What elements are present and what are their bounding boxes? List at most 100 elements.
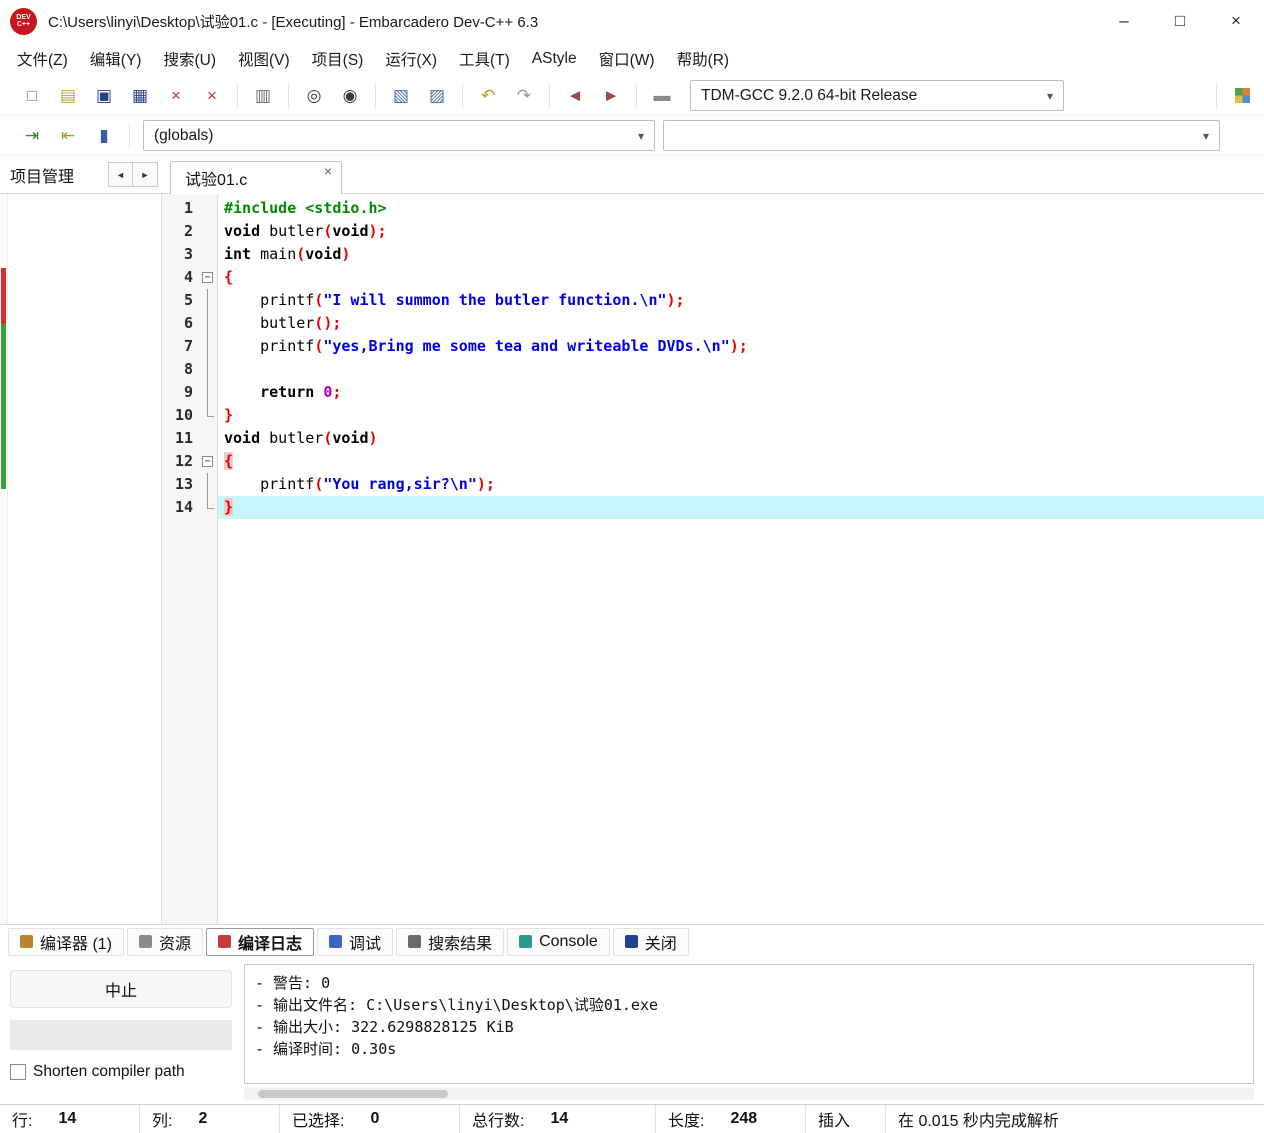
bottom-tab-resources[interactable]: 资源 — [127, 927, 204, 956]
line-number[interactable]: 4 — [162, 266, 198, 289]
undo-button[interactable]: ↶ — [470, 81, 506, 111]
line-number[interactable]: 11 — [162, 427, 198, 450]
bottom-tab-close[interactable]: 关闭 — [612, 927, 689, 956]
code-line[interactable]: 11 void butler(void) — [162, 427, 1264, 450]
globals-select[interactable]: (globals) ▾ — [143, 120, 655, 151]
back-button[interactable]: ◄ — [557, 81, 593, 111]
open-file-button[interactable]: ▤ — [50, 81, 86, 111]
code-line[interactable]: 2 void butler(void); — [162, 220, 1264, 243]
code-text[interactable]: } — [218, 404, 1264, 427]
members-select[interactable]: ▾ — [663, 120, 1220, 151]
new-file-button[interactable]: □ — [14, 81, 50, 111]
menu-item-9[interactable]: 帮助(R) — [666, 44, 741, 74]
bottom-tab-label: 资源 — [159, 935, 192, 953]
maximize-button[interactable]: □ — [1152, 0, 1208, 42]
code-text[interactable]: butler(); — [218, 312, 1264, 335]
jump-out-button[interactable]: ⇤ — [50, 121, 86, 151]
code-text[interactable]: printf("yes,Bring me some tea and writea… — [218, 335, 1264, 358]
line-number[interactable]: 7 — [162, 335, 198, 358]
fold-collapse-icon[interactable]: − — [202, 456, 213, 467]
bottom-tab-compile-log[interactable]: 编译日志 — [206, 927, 315, 956]
bottom-tab-debug[interactable]: 调试 — [317, 927, 394, 956]
replace-button[interactable]: ◉ — [332, 81, 368, 111]
line-number[interactable]: 9 — [162, 381, 198, 404]
bottom-tab-compiler[interactable]: 编译器 (1) — [8, 927, 125, 956]
code-text[interactable]: void butler(void); — [218, 220, 1264, 243]
menu-item-1[interactable]: 编辑(Y) — [79, 44, 153, 74]
shorten-path-checkbox[interactable] — [10, 1064, 26, 1080]
panel-scroll-left-button[interactable]: ◄ — [108, 162, 133, 187]
fold-margin — [198, 427, 218, 450]
tab-shiyan01[interactable]: 试验01.c × — [170, 161, 342, 194]
code-text[interactable]: printf("You rang,sir?\n"); — [218, 473, 1264, 496]
code-line[interactable]: 12−{ — [162, 450, 1264, 473]
menu-item-7[interactable]: AStyle — [521, 46, 588, 72]
code-text[interactable]: { — [218, 266, 1264, 289]
save-button[interactable]: ▣ — [86, 81, 122, 111]
close-file-button[interactable]: × — [158, 81, 194, 111]
menu-item-4[interactable]: 项目(S) — [301, 44, 375, 74]
code-text[interactable]: void butler(void) — [218, 427, 1264, 450]
find-button[interactable]: ◎ — [296, 81, 332, 111]
code-line[interactable]: 6 butler(); — [162, 312, 1264, 335]
redo-button[interactable]: ↷ — [506, 81, 542, 111]
tab-close-icon[interactable]: × — [324, 163, 332, 179]
menu-item-3[interactable]: 视图(V) — [227, 44, 301, 74]
remove-item-button[interactable]: ▬ — [644, 81, 680, 111]
profile-grid-button[interactable] — [1224, 81, 1260, 111]
swap-header-button[interactable]: ▨ — [419, 81, 455, 111]
goto-line-button[interactable]: ▧ — [383, 81, 419, 111]
jump-in-button[interactable]: ⇥ — [14, 121, 50, 151]
panel-scroll-right-button[interactable]: ► — [133, 162, 158, 187]
menu-item-6[interactable]: 工具(T) — [448, 44, 521, 74]
code-line[interactable]: 3 int main(void) — [162, 243, 1264, 266]
bottom-tab-console[interactable]: Console — [507, 927, 610, 956]
menu-item-8[interactable]: 窗口(W) — [588, 44, 666, 74]
line-number[interactable]: 8 — [162, 358, 198, 381]
abort-button[interactable]: 中止 — [10, 970, 232, 1008]
line-number[interactable]: 12 — [162, 450, 198, 473]
forward-button[interactable]: ► — [593, 81, 629, 111]
scrollbar-thumb[interactable] — [258, 1090, 448, 1098]
save-icon: ▣ — [95, 86, 113, 105]
log-horizontal-scrollbar[interactable] — [244, 1088, 1254, 1100]
menu-item-5[interactable]: 运行(X) — [374, 44, 448, 74]
menu-item-2[interactable]: 搜索(U) — [152, 44, 227, 74]
code-line[interactable]: 4−{ — [162, 266, 1264, 289]
columns-button[interactable]: ▮ — [86, 121, 122, 151]
code-text[interactable]: int main(void) — [218, 243, 1264, 266]
code-line[interactable]: 14} — [162, 496, 1264, 519]
code-line[interactable]: 8 — [162, 358, 1264, 381]
code-line[interactable]: 5 printf("I will summon the butler funct… — [162, 289, 1264, 312]
fold-collapse-icon[interactable]: − — [202, 272, 213, 283]
save-all-button[interactable]: ▦ — [122, 81, 158, 111]
code-line[interactable]: 1 #include <stdio.h> — [162, 197, 1264, 220]
line-number[interactable]: 6 — [162, 312, 198, 335]
line-number[interactable]: 3 — [162, 243, 198, 266]
code-line[interactable]: 7 printf("yes,Bring me some tea and writ… — [162, 335, 1264, 358]
compiler-select[interactable]: TDM-GCC 9.2.0 64-bit Release ▾ — [690, 80, 1064, 111]
code-line[interactable]: 10} — [162, 404, 1264, 427]
close-all-button[interactable]: × — [194, 81, 230, 111]
project-manager-panel[interactable] — [8, 194, 162, 924]
code-text[interactable]: printf("I will summon the butler functio… — [218, 289, 1264, 312]
code-text[interactable] — [218, 358, 1264, 381]
line-number[interactable]: 14 — [162, 496, 198, 519]
line-number[interactable]: 2 — [162, 220, 198, 243]
line-number[interactable]: 5 — [162, 289, 198, 312]
line-number[interactable]: 13 — [162, 473, 198, 496]
back-icon: ◄ — [566, 86, 584, 105]
code-line[interactable]: 13 printf("You rang,sir?\n"); — [162, 473, 1264, 496]
code-text[interactable]: } — [218, 496, 1264, 519]
code-line[interactable]: 9 return 0; — [162, 381, 1264, 404]
line-number[interactable]: 1 — [162, 197, 198, 220]
code-text[interactable]: #include <stdio.h> — [218, 197, 1264, 220]
code-text[interactable]: { — [218, 450, 1264, 473]
menu-item-0[interactable]: 文件(Z) — [6, 44, 79, 74]
line-number[interactable]: 10 — [162, 404, 198, 427]
bottom-tab-search-results[interactable]: 搜索结果 — [396, 927, 505, 956]
minimize-button[interactable]: – — [1096, 0, 1152, 42]
close-button[interactable]: × — [1208, 0, 1264, 42]
print-button[interactable]: ▥ — [245, 81, 281, 111]
code-text[interactable]: return 0; — [218, 381, 1264, 404]
